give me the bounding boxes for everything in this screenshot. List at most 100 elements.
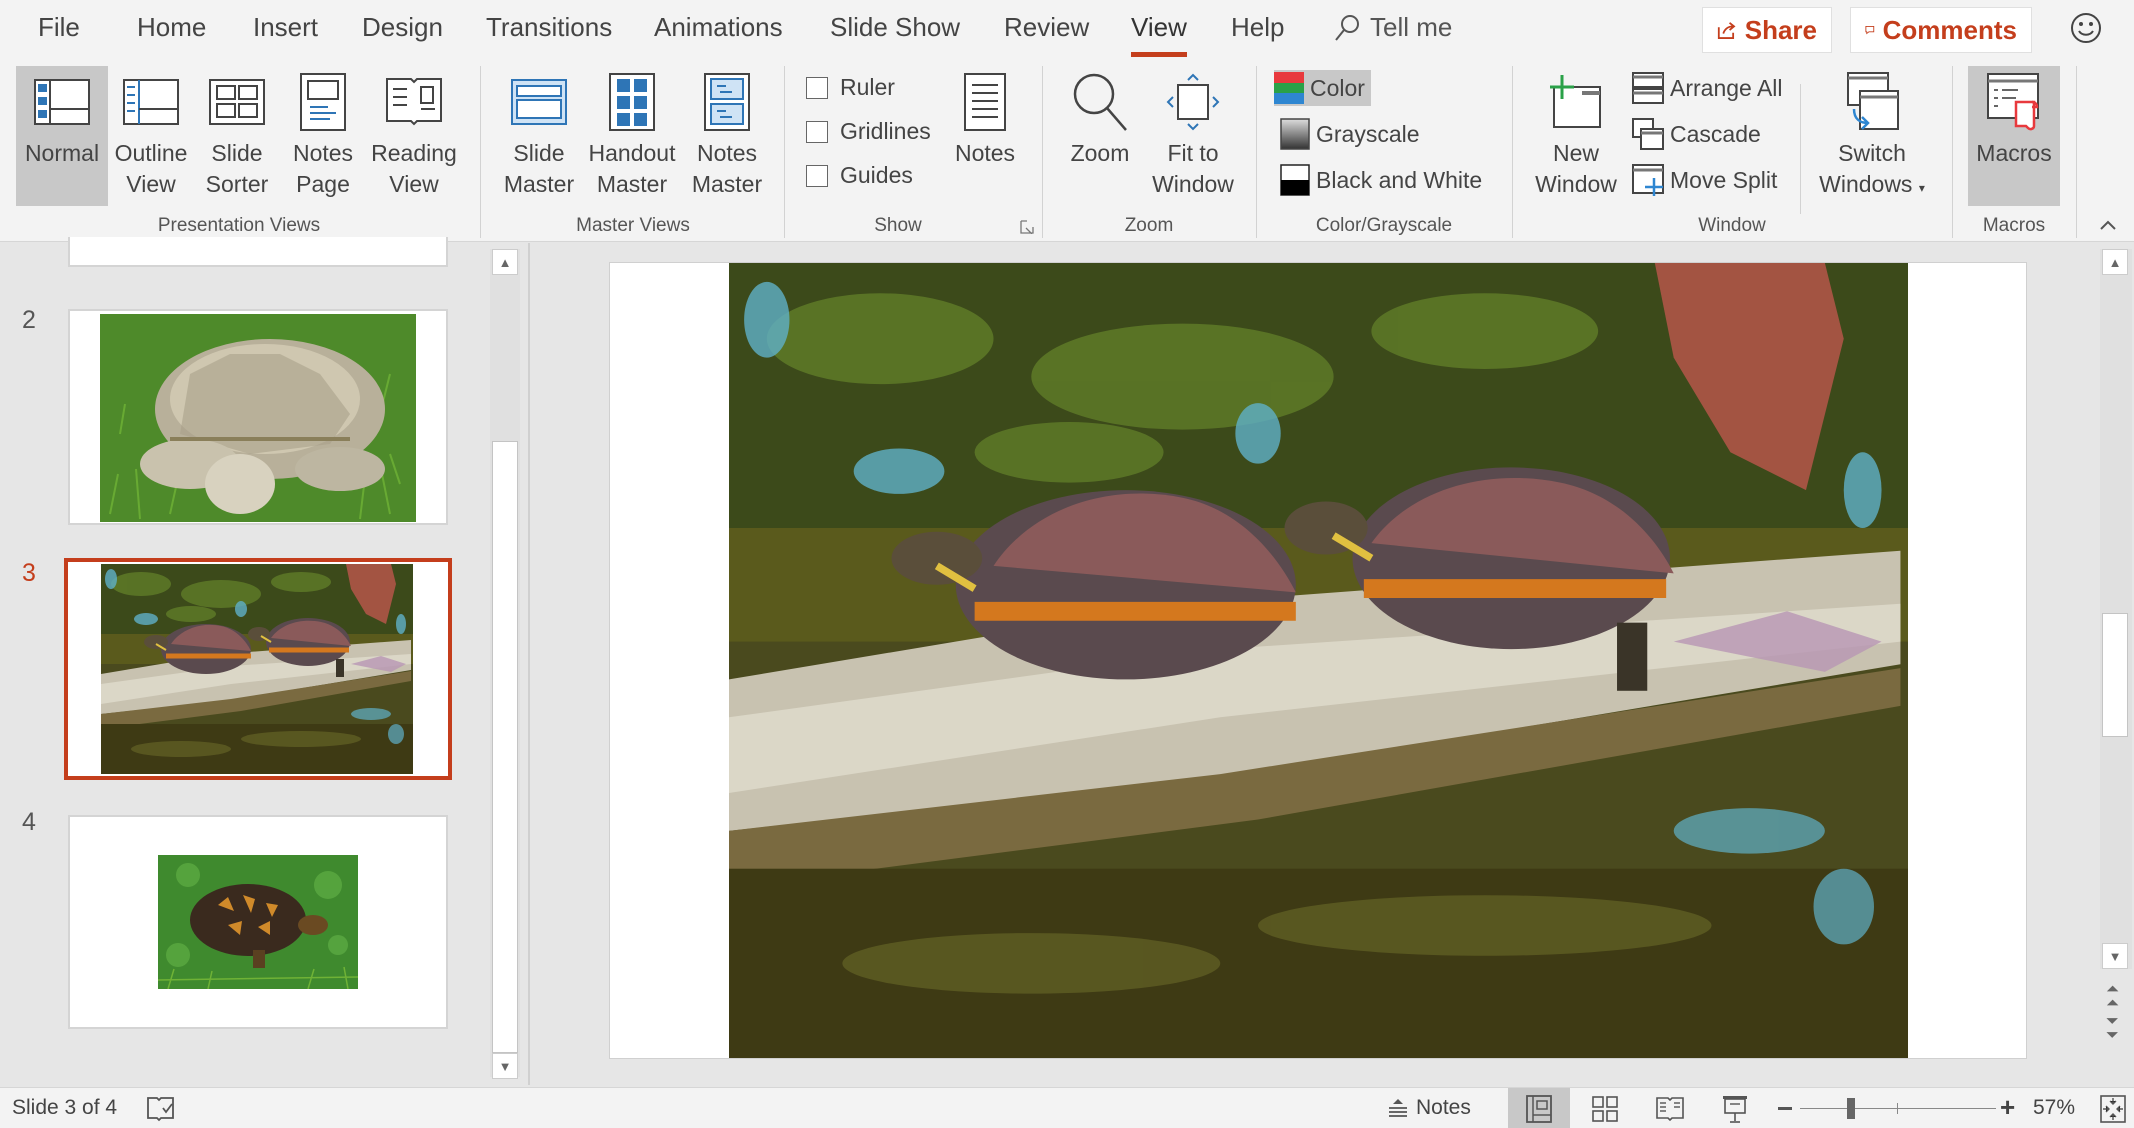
reading-view-label-2: View	[389, 171, 439, 197]
ruler-checkbox-box[interactable]	[806, 76, 828, 99]
arrow-up-icon: ▲	[2108, 254, 2122, 270]
next-slide-button[interactable]: ⏷ ⏷	[2106, 1014, 2119, 1044]
switch-windows-button[interactable]: Switch Windows ▾	[1806, 66, 1938, 206]
macros-button[interactable]: Macros	[1968, 66, 2060, 206]
editor-scrollbar[interactable]	[2100, 249, 2132, 969]
notes-page-label-1: Notes	[292, 140, 354, 166]
current-slide[interactable]	[609, 262, 2027, 1059]
slide-thumbnail-4[interactable]	[68, 815, 448, 1029]
tab-insert[interactable]: Insert	[253, 12, 318, 43]
tab-home[interactable]: Home	[137, 12, 206, 43]
notes-toggle-button[interactable]: Notes	[948, 66, 1022, 206]
zoom-in-button[interactable]: +	[2000, 1094, 2015, 1120]
tab-animations[interactable]: Animations	[654, 12, 783, 43]
previous-slide-button[interactable]: ⏶ ⏶	[2106, 981, 2119, 1012]
tell-me-search[interactable]: Tell me	[1334, 12, 1452, 43]
notes-pane-icon	[1389, 1099, 1407, 1117]
normal-view-status-button[interactable]	[1508, 1088, 1570, 1128]
color-option[interactable]: Color	[1274, 70, 1371, 106]
handout-master-button[interactable]: Handout Master	[586, 66, 678, 206]
fit-to-window-button[interactable]: Fit to Window	[1146, 66, 1240, 206]
reading-view-status-icon[interactable]	[1655, 1096, 1685, 1122]
notes-master-icon	[704, 73, 750, 131]
normal-view-icon	[34, 79, 90, 125]
macros-label: Macros	[1976, 140, 2052, 166]
slide-thumbnail-2[interactable]	[68, 309, 448, 525]
group-separator	[1952, 66, 1953, 238]
comments-label: Comments	[1882, 14, 2017, 45]
zoom-slider-thumb[interactable]	[1847, 1098, 1856, 1119]
guides-checkbox[interactable]: Guides	[806, 162, 913, 189]
share-button[interactable]: Share	[1702, 7, 1832, 53]
outline-view-icon	[123, 79, 179, 125]
slide-thumbnail-3-selected[interactable]	[64, 558, 452, 780]
editor-scrollbar-thumb[interactable]	[2102, 613, 2128, 737]
slide-sorter-status-icon[interactable]	[1592, 1096, 1618, 1122]
notes-pane-label: Notes	[1416, 1096, 1471, 1119]
arrange-all-button[interactable]: Arrange All	[1632, 70, 1789, 106]
painted-turtles-image[interactable]	[729, 263, 1908, 1058]
new-window-icon	[1550, 75, 1601, 128]
switch-windows-text: Windows	[1819, 171, 1913, 197]
ribbon-tab-bar: File Home Insert Design Transitions Anim…	[0, 0, 2134, 60]
guides-label: Guides	[840, 162, 913, 188]
group-label-macros: Macros	[1982, 215, 2046, 236]
gridlines-checkbox-box[interactable]	[806, 120, 828, 143]
switch-windows-label-2: Windows ▾	[1806, 169, 1938, 204]
slide-master-icon	[511, 79, 567, 125]
comments-button[interactable]: Comments	[1850, 7, 2032, 53]
move-split-button[interactable]: Move Split	[1632, 162, 1783, 198]
fit-slide-to-window-icon[interactable]	[2100, 1095, 2126, 1123]
group-separator	[1042, 66, 1043, 238]
slide-thumbnail-1-partial[interactable]	[68, 237, 448, 267]
notes-page-button[interactable]: Notes Page	[282, 66, 364, 206]
grayscale-option[interactable]: Grayscale	[1280, 116, 1426, 152]
outline-view-button[interactable]: Outline View	[110, 66, 192, 206]
notes-master-button[interactable]: Notes Master	[682, 66, 772, 206]
dialog-launcher-icon[interactable]	[1020, 220, 1034, 234]
slide-show-status-icon[interactable]	[1722, 1094, 1748, 1124]
powerpoint-window: File Home Insert Design Transitions Anim…	[0, 0, 2134, 1128]
reading-view-button[interactable]: Reading View	[368, 66, 460, 206]
slide-sorter-button[interactable]: Slide Sorter	[196, 66, 278, 206]
tab-file[interactable]: File	[38, 12, 80, 43]
scrollbar-thumb[interactable]	[492, 441, 518, 1053]
editor-scroll-up-button[interactable]: ▲	[2102, 249, 2128, 275]
black-and-white-option[interactable]: Black and White	[1280, 162, 1488, 198]
tab-transitions[interactable]: Transitions	[486, 12, 612, 43]
spell-check-icon[interactable]	[146, 1096, 176, 1122]
slide-sorter-icon	[209, 79, 265, 125]
arrange-all-icon	[1632, 72, 1664, 104]
cascade-button[interactable]: Cascade	[1632, 116, 1767, 152]
tab-design[interactable]: Design	[362, 12, 443, 43]
editor-scroll-down-button[interactable]: ▼	[2102, 943, 2128, 969]
group-label-window: Window	[1698, 215, 1766, 236]
cascade-label: Cascade	[1670, 120, 1761, 147]
tab-slide-show[interactable]: Slide Show	[830, 12, 960, 43]
slide-number: 2	[22, 306, 36, 334]
feedback-smiley-icon[interactable]	[2070, 12, 2102, 44]
guides-checkbox-box[interactable]	[806, 164, 828, 187]
tab-help[interactable]: Help	[1231, 12, 1284, 43]
new-window-button[interactable]: New Window	[1526, 66, 1626, 206]
comment-icon	[1865, 26, 1875, 35]
zoom-slider-track[interactable]	[1800, 1098, 1996, 1119]
zoom-percent[interactable]: 57%	[2033, 1096, 2075, 1120]
group-label-color-grayscale: Color/Grayscale	[1315, 215, 1453, 236]
zoom-out-button[interactable]	[1778, 1107, 1792, 1110]
color-label: Color	[1310, 74, 1365, 101]
zoom-button[interactable]: Zoom	[1060, 66, 1140, 206]
group-label-master-views: Master Views	[576, 215, 690, 236]
ruler-checkbox[interactable]: Ruler	[806, 74, 895, 101]
notes-pane-toggle[interactable]: Notes	[1388, 1092, 1471, 1124]
collapse-ribbon-icon[interactable]	[2098, 218, 2118, 232]
tab-review[interactable]: Review	[1004, 12, 1089, 43]
scroll-up-button[interactable]: ▲	[492, 249, 518, 275]
notes-page-label-2: Page	[296, 171, 350, 197]
slide-master-button[interactable]: Slide Master	[494, 66, 584, 206]
scroll-down-button[interactable]: ▼	[492, 1053, 518, 1079]
double-chevron-up-icon: ⏶ ⏶	[2106, 981, 2119, 1012]
normal-view-button[interactable]: Normal	[16, 66, 108, 206]
gridlines-checkbox[interactable]: Gridlines	[806, 118, 931, 145]
tab-view[interactable]: View	[1131, 12, 1187, 57]
